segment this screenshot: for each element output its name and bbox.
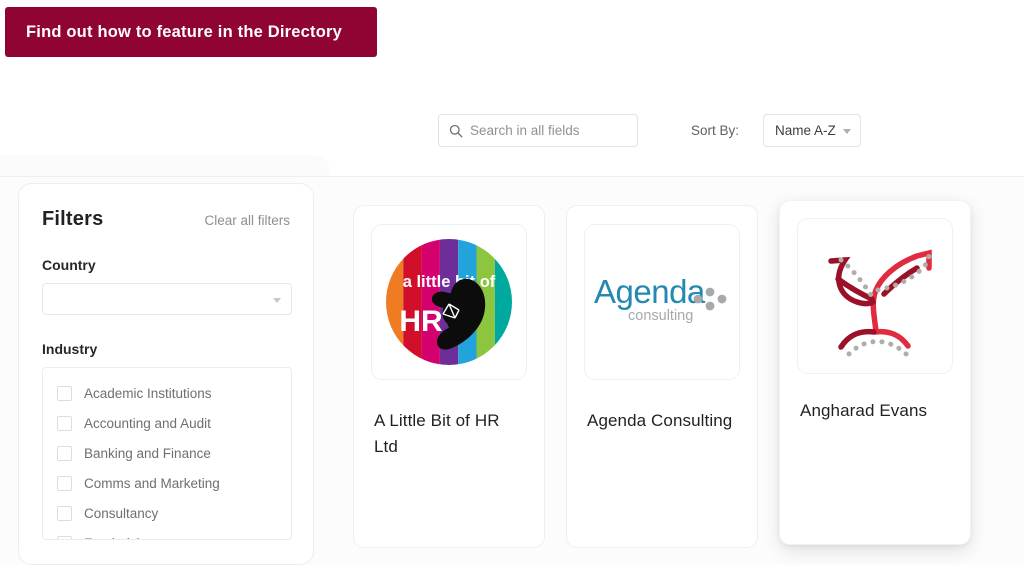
card-logo: Agenda consulting xyxy=(584,224,740,380)
list-item[interactable]: Accounting and Audit xyxy=(43,408,291,438)
card-logo: a little bit of HR xyxy=(371,224,527,380)
checkbox[interactable] xyxy=(57,536,72,541)
search-icon xyxy=(449,124,463,138)
chevron-down-icon xyxy=(843,129,851,134)
country-filter-label: Country xyxy=(42,257,290,273)
sort-by-label: Sort By: xyxy=(691,123,739,138)
checkbox[interactable] xyxy=(57,416,72,431)
filters-header: Filters Clear all filters xyxy=(42,208,290,231)
filters-sidebar: Filters Clear all filters Country Indust… xyxy=(18,183,314,565)
list-item-label: Academic Institutions xyxy=(84,386,212,401)
agenda-consulting-logo-icon: Agenda consulting xyxy=(592,267,732,337)
svg-text:consulting: consulting xyxy=(628,308,693,324)
card-title: Agenda Consulting xyxy=(587,408,737,434)
sort-by-value: Name A-Z xyxy=(775,123,836,138)
checkbox[interactable] xyxy=(57,476,72,491)
list-item-label: Consultancy xyxy=(84,506,158,521)
card-logo xyxy=(797,218,953,374)
search-input[interactable]: Search in all fields xyxy=(438,114,638,147)
directory-page: Find out how to feature in the Directory… xyxy=(0,0,1024,565)
list-item[interactable]: Fundraising xyxy=(43,528,291,540)
list-item[interactable]: Academic Institutions xyxy=(43,378,291,408)
directory-card[interactable]: Angharad Evans xyxy=(779,200,971,545)
card-title: A Little Bit of HR Ltd xyxy=(374,408,524,461)
directory-card[interactable]: Agenda consulting Agenda Consulting xyxy=(566,205,758,548)
checkbox[interactable] xyxy=(57,446,72,461)
rainbow-circle-hand-icon: a little bit of HR xyxy=(385,238,513,366)
filters-title: Filters xyxy=(42,208,103,231)
clear-all-filters-link[interactable]: Clear all filters xyxy=(204,213,290,228)
checkbox[interactable] xyxy=(57,386,72,401)
chevron-down-icon xyxy=(273,298,281,303)
list-item[interactable]: Consultancy xyxy=(43,498,291,528)
list-item-label: Comms and Marketing xyxy=(84,476,220,491)
sprout-leaf-logo-icon xyxy=(805,226,945,366)
list-item-label: Fundraising xyxy=(84,536,155,541)
svg-text:a little bit of: a little bit of xyxy=(403,273,496,291)
directory-card[interactable]: a little bit of HR A Little Bit of HR Lt… xyxy=(353,205,545,548)
cta-label: Find out how to feature in the Directory xyxy=(26,23,342,42)
list-item[interactable]: Comms and Marketing xyxy=(43,468,291,498)
list-item[interactable]: Banking and Finance xyxy=(43,438,291,468)
country-select[interactable] xyxy=(42,283,292,315)
checkbox[interactable] xyxy=(57,506,72,521)
sort-by-select[interactable]: Name A-Z xyxy=(763,114,861,147)
list-item-label: Banking and Finance xyxy=(84,446,211,461)
svg-text:HR: HR xyxy=(399,305,443,338)
industry-checkbox-list[interactable]: Academic Institutions Accounting and Aud… xyxy=(42,367,292,540)
search-placeholder-text: Search in all fields xyxy=(470,123,580,138)
feature-in-directory-button[interactable]: Find out how to feature in the Directory xyxy=(5,7,377,57)
hero-shade-decoration xyxy=(0,155,330,177)
industry-filter-label: Industry xyxy=(42,341,290,357)
svg-text:Agenda: Agenda xyxy=(594,273,706,310)
list-item-label: Accounting and Audit xyxy=(84,416,211,431)
card-title: Angharad Evans xyxy=(800,398,950,424)
